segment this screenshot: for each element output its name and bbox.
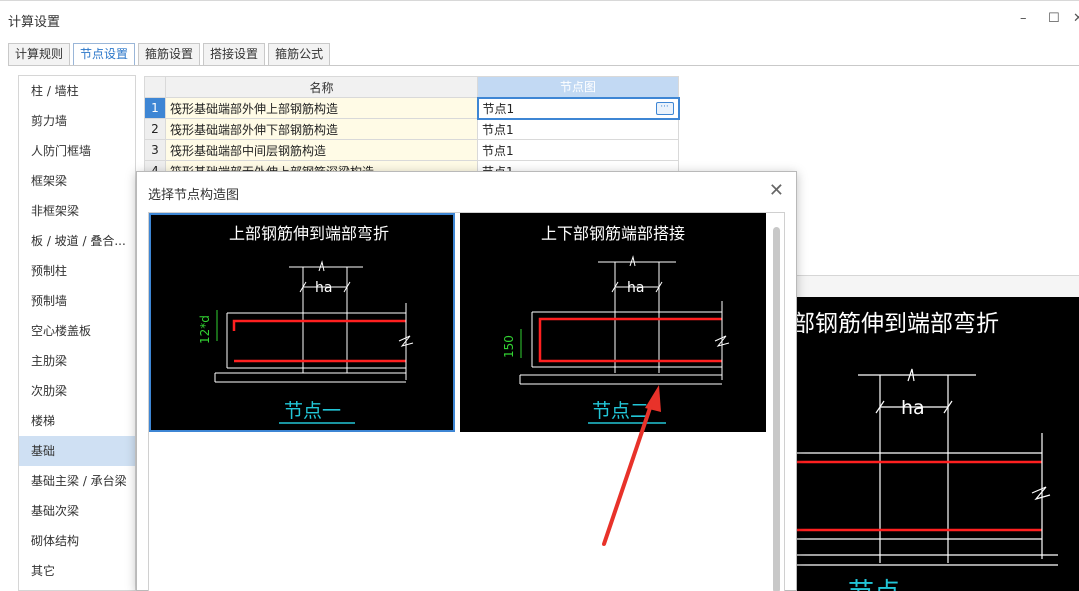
node-option-2-heading: 上下部钢筋端部搭接	[541, 224, 685, 243]
tab-stirrup-formula[interactable]: 箍筋公式	[268, 43, 331, 65]
row-number: 2	[144, 118, 166, 140]
row-number: 3	[144, 139, 166, 161]
sidebar-item-shear-wall[interactable]: 剪力墙	[19, 106, 135, 136]
sidebar-item-foundation[interactable]: 基础	[19, 436, 135, 466]
settings-tabs: 计算规则 节点设置 箍筋设置 搭接设置 箍筋公式	[8, 43, 333, 65]
row-name: 筏形基础端部中间层钢筋构造	[165, 139, 478, 161]
node-option-2-caption: 节点二	[592, 400, 649, 422]
minimize-icon[interactable]: –	[1020, 11, 1027, 26]
sidebar-item-non-frame-beam[interactable]: 非框架梁	[19, 196, 135, 226]
row-node-value: 节点1	[482, 101, 515, 116]
sidebar-item-secondary-rib-beam[interactable]: 次肋梁	[19, 376, 135, 406]
dialog-close-icon[interactable]: ✕	[769, 180, 784, 201]
node-option-2-ha-label: ha	[627, 280, 644, 296]
dialog-title: 选择节点构造图	[148, 188, 240, 203]
node-option-list: 上部钢筋伸到端部弯折 ha 12*d 节点一 上下部钢筋端部搭接 ha 150 …	[148, 212, 785, 591]
tab-divider	[8, 65, 1079, 66]
node-option-1-heading: 上部钢筋伸到端部弯折	[229, 224, 389, 243]
sidebar-item-precast-wall[interactable]: 预制墙	[19, 286, 135, 316]
sidebar-item-column[interactable]: 柱 / 墙柱	[19, 76, 135, 106]
maximize-icon[interactable]: ☐	[1048, 11, 1060, 26]
table-row[interactable]: 3 筏形基础端部中间层钢筋构造 节点1	[144, 139, 679, 161]
component-type-list: 柱 / 墙柱 剪力墙 人防门框墙 框架梁 非框架梁 板 / 坡道 / 叠合...…	[18, 75, 136, 591]
node-option-1-diagram: 上部钢筋伸到端部弯折 ha 12*d 节点一	[198, 224, 414, 424]
grid-header-name[interactable]: 名称	[165, 76, 478, 98]
preview-heading: 部钢筋伸到端部弯折	[796, 311, 999, 337]
row-name: 筏形基础端部外伸下部钢筋构造	[165, 118, 478, 140]
grid-header-row: 名称 节点图	[144, 76, 679, 98]
row-node-cell[interactable]: 节点1 ···	[476, 96, 680, 120]
node-settings-grid: 名称 节点图 1 筏形基础端部外伸上部钢筋构造 节点1 ··· 2 筏形基础端部外…	[144, 76, 680, 182]
window-title: 计算设置	[8, 15, 61, 30]
tab-stirrup-settings[interactable]: 箍筋设置	[138, 43, 201, 65]
preview-ha-label: ha	[901, 397, 925, 419]
tab-lap-settings[interactable]: 搭接设置	[203, 43, 266, 65]
close-icon[interactable]: ✕	[1073, 11, 1079, 26]
sidebar-item-hollow-floor[interactable]: 空心楼盖板	[19, 316, 135, 346]
tab-node-settings[interactable]: 节点设置	[73, 43, 136, 65]
grid-header-num	[144, 76, 166, 98]
ellipsis-icon[interactable]: ···	[655, 101, 674, 115]
table-row[interactable]: 1 筏形基础端部外伸上部钢筋构造 节点1 ···	[144, 96, 680, 120]
row-node-value[interactable]: 节点1	[477, 139, 679, 161]
sidebar-item-frame-beam[interactable]: 框架梁	[19, 166, 135, 196]
node-option-1-caption: 节点一	[284, 400, 341, 422]
row-number: 1	[144, 97, 166, 119]
node-preview-drawing: 部钢筋伸到端部弯折 ha 节点	[796, 297, 1079, 591]
node-option-2-diagram: 上下部钢筋端部搭接 ha 150 节点二	[502, 224, 730, 424]
sidebar-item-main-rib-beam[interactable]: 主肋梁	[19, 346, 135, 376]
preview-caption: 节点	[848, 578, 900, 591]
tab-calc-rules[interactable]: 计算规则	[8, 43, 71, 65]
sidebar-item-precast-column[interactable]: 预制柱	[19, 256, 135, 286]
row-node-value[interactable]: 节点1	[477, 118, 679, 140]
title-bar: 计算设置 – ☐ ✕	[0, 0, 1079, 40]
select-node-dialog: 选择节点构造图 ✕ 上部钢筋伸到端部弯折 ha 12*d 节点一 上下部钢筋端部…	[136, 171, 797, 591]
node-option-2-dim-label: 150	[502, 335, 516, 358]
dialog-scrollbar[interactable]	[773, 227, 780, 591]
sidebar-item-civil-defense-door-wall[interactable]: 人防门框墙	[19, 136, 135, 166]
calc-settings-window: 计算设置 – ☐ ✕ 计算规则 节点设置 箍筋设置 搭接设置 箍筋公式 柱 / …	[0, 0, 1079, 591]
sidebar-item-stairs[interactable]: 楼梯	[19, 406, 135, 436]
sidebar-item-foundation-secondary-beam[interactable]: 基础次梁	[19, 496, 135, 526]
node-option-2[interactable]: 上下部钢筋端部搭接 ha 150 节点二	[460, 213, 766, 432]
row-name: 筏形基础端部外伸上部钢筋构造	[165, 97, 478, 119]
sidebar-item-foundation-main-beam[interactable]: 基础主梁 / 承台梁	[19, 466, 135, 496]
node-option-1-dim-label: 12*d	[198, 315, 212, 344]
node-option-1-ha-label: ha	[315, 280, 332, 296]
grid-header-node[interactable]: 节点图	[477, 76, 679, 98]
table-row[interactable]: 2 筏形基础端部外伸下部钢筋构造 节点1	[144, 118, 679, 140]
sidebar-item-slab-ramp[interactable]: 板 / 坡道 / 叠合...	[19, 226, 135, 256]
preview-diagram: 部钢筋伸到端部弯折 ha 节点	[796, 311, 1058, 591]
sidebar-item-masonry[interactable]: 砌体结构	[19, 526, 135, 556]
sidebar-item-other[interactable]: 其它	[19, 556, 135, 586]
node-option-1[interactable]: 上部钢筋伸到端部弯折 ha 12*d 节点一	[149, 213, 455, 432]
